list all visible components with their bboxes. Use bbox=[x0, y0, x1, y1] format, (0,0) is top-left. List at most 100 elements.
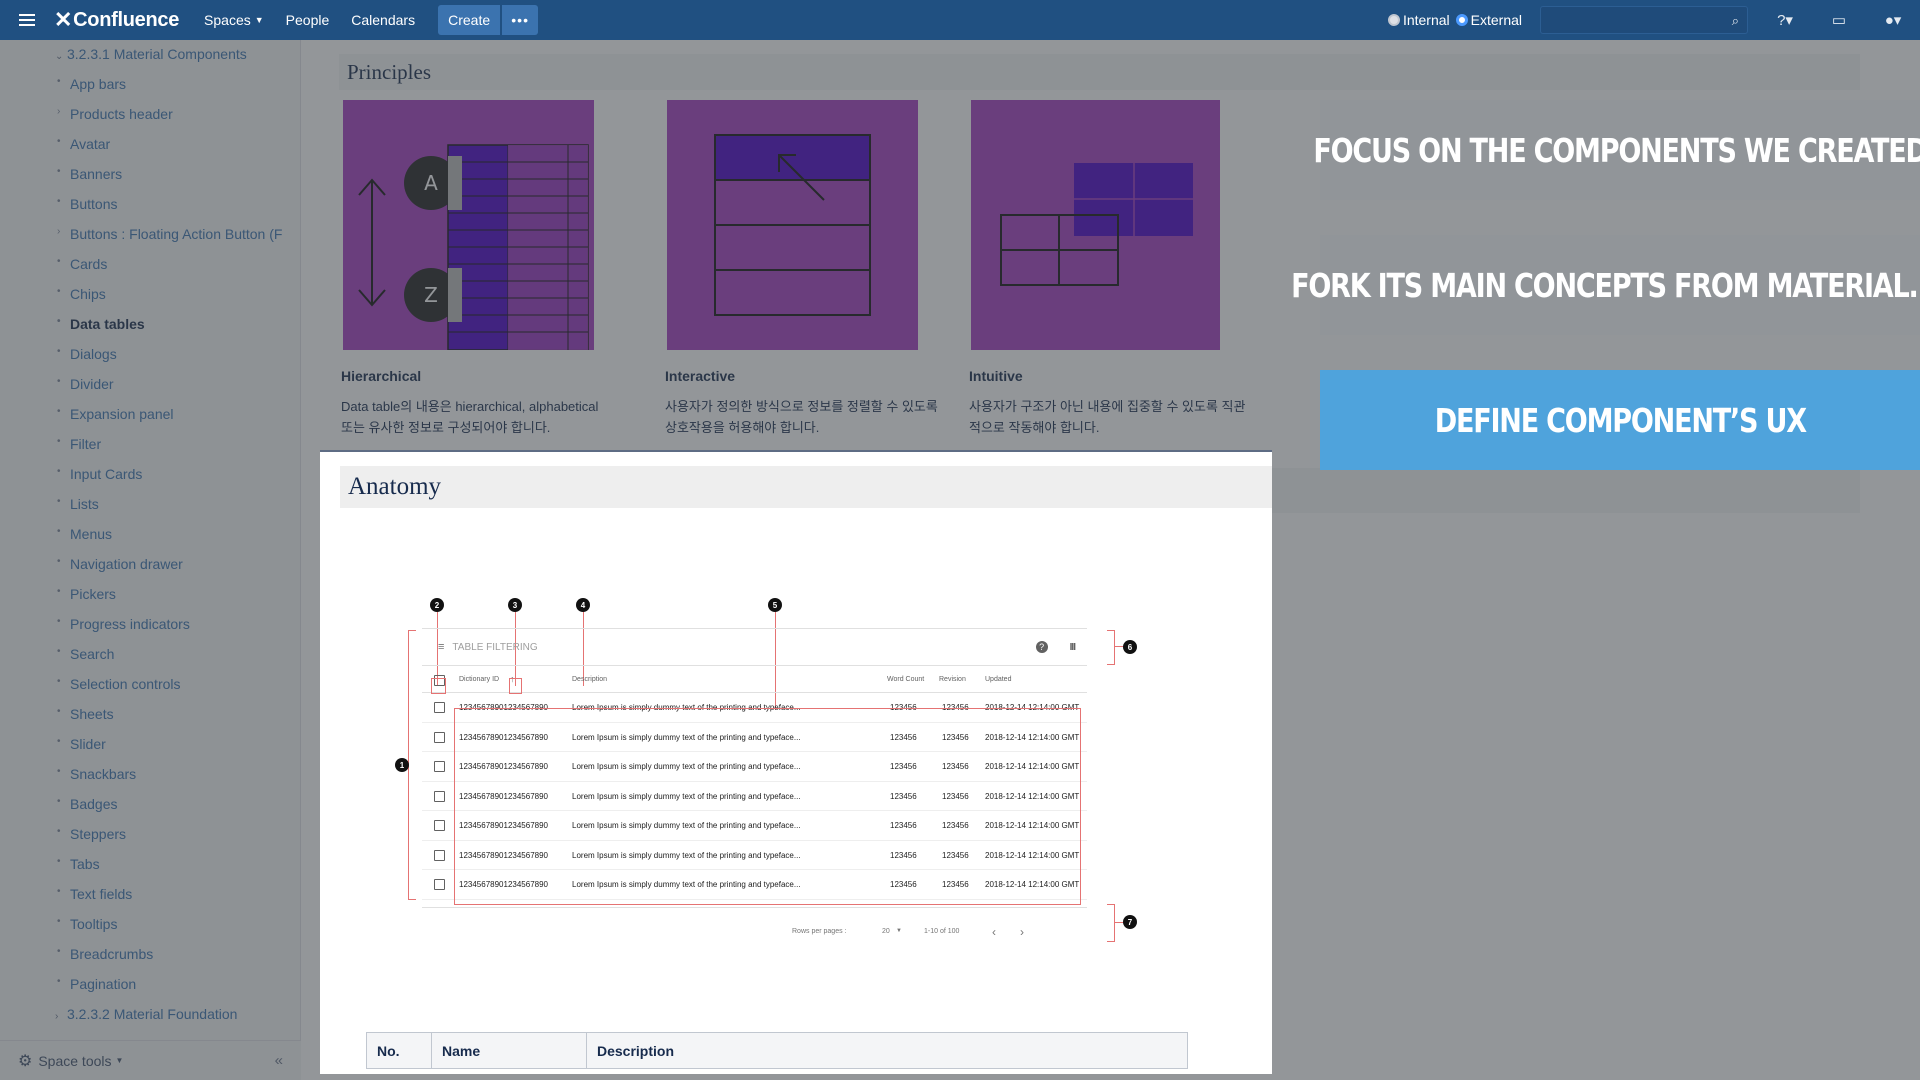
bullet-icon: • bbox=[57, 766, 61, 777]
bullet-icon: • bbox=[57, 736, 61, 747]
sidebar-item[interactable]: • Badges bbox=[57, 796, 117, 812]
tree-parent-material-components[interactable]: ⌄ 3.2.3.1 Material Components bbox=[55, 46, 247, 62]
sidebar-item[interactable]: • Progress indicators bbox=[57, 616, 190, 632]
radio-on-icon bbox=[1455, 14, 1468, 26]
sidebar-item[interactable]: • Pagination bbox=[57, 976, 136, 992]
highlighted-anatomy-section: Anatomy ≡ TABLE FILTERING ? III Dictiona… bbox=[320, 450, 1272, 1074]
callout-badge: 7 bbox=[1123, 915, 1137, 929]
sidebar-item[interactable]: • Selection controls bbox=[57, 676, 181, 692]
space-tools-bar[interactable]: ⚙ Space tools ▼ « bbox=[0, 1040, 301, 1080]
row-checkbox bbox=[434, 790, 445, 802]
anatomy-heading: Anatomy bbox=[340, 466, 1272, 508]
bracket-line bbox=[1107, 941, 1115, 942]
sidebar-item[interactable]: • Steppers bbox=[57, 826, 126, 842]
bracket-line bbox=[1114, 904, 1115, 942]
sidebar-item[interactable]: • Chips bbox=[57, 286, 106, 302]
bullet-icon: • bbox=[57, 706, 61, 717]
sidebar-item[interactable]: • Search bbox=[57, 646, 114, 662]
sidebar-item[interactable]: • Divider bbox=[57, 376, 114, 392]
bullet-icon: • bbox=[57, 256, 61, 267]
callout-badge: 2 bbox=[430, 598, 444, 612]
principle-title: Interactive bbox=[665, 368, 736, 384]
bracket-line bbox=[408, 630, 416, 631]
bullet-icon: • bbox=[57, 826, 61, 837]
sidebar-item[interactable]: • Sheets bbox=[57, 706, 114, 722]
bullet-icon: • bbox=[57, 346, 61, 357]
bullet-icon: • bbox=[57, 526, 61, 537]
sidebar-item[interactable]: • Dialogs bbox=[57, 346, 117, 362]
sidebar-item[interactable]: • Pickers bbox=[57, 586, 116, 602]
bullet-icon: • bbox=[57, 436, 61, 447]
table-header-row: No. Name Description bbox=[366, 1032, 1188, 1069]
nav-calendars[interactable]: Calendars bbox=[340, 0, 426, 40]
sidebar-item[interactable]: • Lists bbox=[57, 496, 99, 512]
sidebar-item[interactable]: • Banners bbox=[57, 166, 122, 182]
callout-badge: 5 bbox=[768, 598, 782, 612]
sidebar-item[interactable]: • Text fields bbox=[57, 886, 132, 902]
user-avatar-icon[interactable]: ●▾ bbox=[1866, 0, 1920, 40]
sidebar-item[interactable]: • Cards bbox=[57, 256, 107, 272]
sidebar-item[interactable]: • Data tables bbox=[57, 316, 145, 332]
slide-label: FORK ITS MAIN CONCEPTS FROM MATERIAL.IO bbox=[1291, 235, 1920, 335]
row-checkbox bbox=[434, 731, 445, 743]
sidebar-item[interactable]: › Products header bbox=[57, 106, 173, 122]
bullet-icon: • bbox=[57, 676, 61, 687]
nav-people[interactable]: People bbox=[275, 0, 341, 40]
hamburger-menu-icon[interactable] bbox=[0, 0, 54, 40]
sidebar-item[interactable]: • Filter bbox=[57, 436, 101, 452]
principle-description: 사용자가 정의한 방식으로 정보를 정렬할 수 있도록 상호작용을 허용해야 합니… bbox=[665, 399, 938, 435]
sidebar-item[interactable]: › Buttons : Floating Action Button (F bbox=[57, 226, 282, 242]
bullet-icon: • bbox=[57, 556, 61, 567]
sidebar-item[interactable]: • Tooltips bbox=[57, 916, 117, 932]
sidebar-item[interactable]: • Breadcrumbs bbox=[57, 946, 153, 962]
more-options-button[interactable]: ••• bbox=[502, 5, 539, 35]
table-filter-row: ≡ TABLE FILTERING ? III bbox=[438, 641, 1076, 653]
radio-off-icon bbox=[1387, 14, 1400, 26]
bullet-icon: • bbox=[57, 496, 61, 507]
bullet-icon: • bbox=[57, 856, 61, 867]
bullet-icon: • bbox=[57, 886, 61, 897]
chevron-down-icon: ⌄ bbox=[55, 51, 64, 62]
filter-icon: ≡ bbox=[438, 641, 445, 653]
sidebar-item[interactable]: • Navigation drawer bbox=[57, 556, 183, 572]
bullet-icon: • bbox=[57, 916, 61, 927]
bracket-line bbox=[1107, 664, 1115, 665]
chevron-left-icon: ‹ bbox=[992, 925, 996, 939]
sidebar-item[interactable]: • App bars bbox=[57, 76, 126, 92]
create-button[interactable]: Create bbox=[438, 5, 501, 35]
bullet-icon: • bbox=[57, 166, 61, 177]
bullet-icon: • bbox=[57, 316, 61, 327]
sidebar-item[interactable]: • Input Cards bbox=[57, 466, 142, 482]
bullet-icon: • bbox=[57, 466, 61, 477]
internal-toggle[interactable]: Internal bbox=[1387, 12, 1450, 28]
chevron-down-icon: ▼ bbox=[896, 928, 902, 934]
confluence-logo[interactable]: ✕ Confluence bbox=[54, 7, 179, 33]
anatomy-spec-table: No. Name Description bbox=[366, 1032, 1188, 1069]
sidebar-item[interactable]: • Avatar bbox=[57, 136, 110, 152]
bullet-icon: • bbox=[57, 406, 61, 417]
space-sidebar: ⌄ 3.2.3.1 Material Components • App bars › P… bbox=[0, 40, 301, 1080]
sidebar-item[interactable]: • Slider bbox=[57, 736, 106, 752]
slide-label: FOCUS ON THE COMPONENTS WE CREATED bbox=[1313, 100, 1920, 200]
rows-outline bbox=[454, 708, 1081, 905]
chevron-right-icon: › bbox=[57, 106, 61, 117]
chevron-right-icon: › bbox=[1020, 925, 1024, 939]
row-checkbox bbox=[434, 761, 445, 772]
sidebar-item[interactable]: • Tabs bbox=[57, 856, 100, 872]
chevron-down-icon: ▼ bbox=[115, 1056, 124, 1065]
external-toggle[interactable]: External bbox=[1455, 12, 1522, 28]
bullet-icon: • bbox=[57, 946, 61, 957]
sidebar-item[interactable]: • Buttons bbox=[57, 196, 117, 212]
nav-spaces[interactable]: Spaces ▼ bbox=[193, 0, 275, 40]
collapse-sidebar-icon[interactable]: « bbox=[275, 1052, 283, 1069]
tree-parent-material-foundation[interactable]: › 3.2.3.2 Material Foundation bbox=[55, 1006, 237, 1022]
search-input[interactable]: ⌕ bbox=[1540, 6, 1748, 34]
sidebar-item[interactable]: • Menus bbox=[57, 526, 112, 542]
notifications-icon[interactable]: ▭ bbox=[1812, 0, 1866, 40]
help-icon[interactable]: ?▾ bbox=[1758, 0, 1812, 40]
sidebar-item[interactable]: • Snackbars bbox=[57, 766, 136, 782]
callout-badge: 3 bbox=[508, 598, 522, 612]
top-navigation-bar: ✕ Confluence Spaces ▼ People Calendars Cr… bbox=[0, 0, 1920, 40]
sidebar-item[interactable]: • Expansion panel bbox=[57, 406, 174, 422]
bullet-icon: • bbox=[57, 796, 61, 807]
